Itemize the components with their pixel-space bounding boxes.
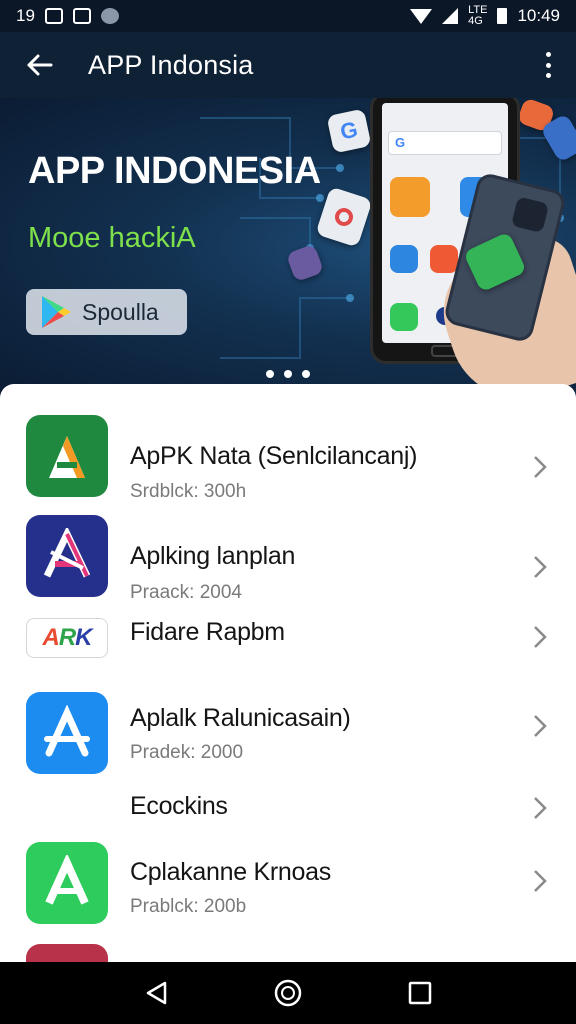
chevron-right-icon [534, 556, 547, 578]
list-item-title: Ecockins [130, 792, 228, 820]
network-label-2: 4G [468, 15, 483, 27]
green-a-icon [26, 842, 108, 924]
phone-app-icon [390, 245, 418, 273]
app-store-icon [26, 692, 108, 774]
network-labels: LTE 4G [468, 5, 487, 27]
list-item-title: Fidare Rapbm [130, 618, 285, 646]
status-time: 10:49 [517, 6, 560, 25]
ark-logo-icon: ARK [26, 618, 108, 658]
promo-banner[interactable]: APP INDONESIA Mooe hackiA Spoulla G G [0, 98, 576, 394]
list-item-subtitle: Prablck: 200b [130, 896, 247, 917]
back-icon [146, 981, 167, 1005]
list-item[interactable]: Aplking lanplan Praack: 2004 [0, 504, 576, 604]
list-item[interactable]: ApPK Nata (Senlcilancanj) Srdblck: 300h [0, 402, 576, 502]
notification-icon [44, 8, 63, 24]
carousel-indicator[interactable] [266, 370, 310, 378]
battery-icon [497, 8, 508, 24]
status-left: 19 [16, 6, 119, 26]
chevron-right-icon [534, 715, 547, 737]
status-bar: 19 LTE 4G 10:49 [0, 0, 576, 32]
nav-recents-button[interactable] [400, 973, 440, 1013]
play-store-button[interactable]: Spoulla [26, 289, 187, 335]
list-item-subtitle: Praack: 2004 [130, 582, 242, 603]
chevron-right-icon [534, 797, 547, 819]
carousel-dot[interactable] [302, 370, 310, 378]
status-right: LTE 4G 10:49 [410, 5, 560, 27]
signal-icon [442, 8, 459, 24]
list-item-subtitle: Srdblck: 300h [130, 481, 247, 502]
list-item-subtitle: Pradek: 2000 [130, 742, 244, 763]
more-dot-icon [545, 52, 551, 57]
nav-home-button[interactable] [268, 973, 308, 1013]
system-nav-bar [0, 962, 576, 1024]
more-options-button[interactable] [536, 48, 560, 82]
phone-app-icon [430, 245, 458, 273]
arrow-left-icon [27, 54, 53, 76]
apk-a-icon [26, 415, 108, 497]
more-dot-icon [545, 62, 551, 68]
app-bar: APP Indonsia [0, 32, 576, 98]
triangle-logo-icon [26, 515, 108, 597]
phone-call-icon [390, 303, 418, 331]
chevron-right-icon [534, 456, 547, 478]
sync-icon [100, 8, 119, 24]
notification-icon-2 [72, 8, 91, 24]
list-item[interactable]: Cplakanne Krnoas Prablck: 200b [0, 840, 576, 940]
phone-app-icon [390, 177, 430, 217]
page-title: APP Indonsia [88, 49, 254, 80]
status-time-left: 19 [16, 6, 35, 25]
google-icon: G [326, 108, 372, 154]
phone-search-bar: G [388, 131, 502, 155]
carousel-dot[interactable] [284, 370, 292, 378]
home-icon [274, 979, 302, 1007]
list-item[interactable]: Ecockins [0, 780, 576, 836]
chevron-right-icon [534, 626, 547, 648]
recents-icon [408, 981, 432, 1005]
app-list: ApPK Nata (Senlcilancanj) Srdblck: 300h … [0, 384, 576, 962]
banner-title: APP INDONESIA [28, 150, 321, 192]
wifi-icon [410, 8, 433, 24]
list-item-title: ApPK Nata (Senlcilancanj) [130, 442, 418, 470]
nav-back-button[interactable] [136, 973, 176, 1013]
partial-app-icon [26, 944, 108, 962]
list-item[interactable]: ARK Fidare Rapbm [0, 606, 576, 670]
more-dot-icon [545, 73, 551, 78]
back-button[interactable] [14, 40, 64, 90]
banner-subtitle: Mooe hackiA [28, 222, 196, 254]
list-item-title: Cplakanne Krnoas [130, 858, 331, 886]
list-item-title: Aplking lanplan [130, 542, 296, 570]
play-store-icon [42, 296, 71, 328]
play-store-button-label: Spoulla [82, 298, 159, 325]
carousel-dot[interactable] [266, 370, 274, 378]
list-item[interactable]: Aplalk Ralunicasain) Pradek: 2000 [0, 680, 576, 780]
chevron-right-icon [534, 870, 547, 892]
list-item-title: Aplalk Ralunicasain) [130, 704, 351, 732]
